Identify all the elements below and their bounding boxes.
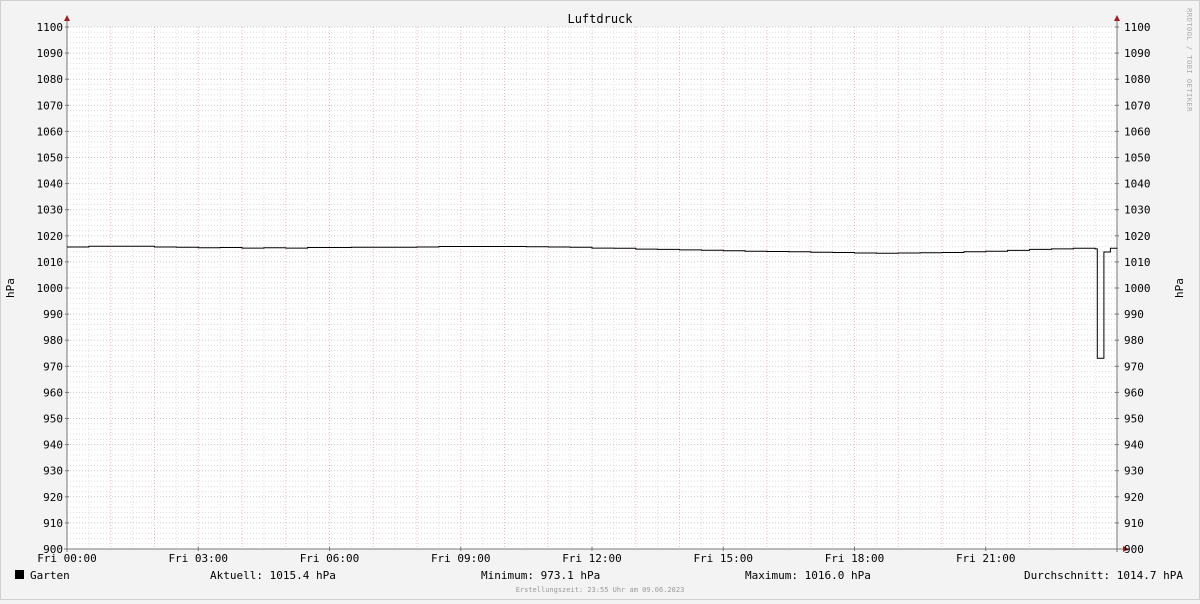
- legend-current: Aktuell: 1015.4 hPa: [210, 569, 336, 582]
- y-tick-label-right: 1020: [1124, 230, 1151, 243]
- y-axis-label-right: hPa: [1173, 278, 1186, 298]
- y-tick-label-right: 1060: [1124, 125, 1151, 138]
- y-tick-label-left: 930: [43, 465, 63, 478]
- y-tick-label-left: 950: [43, 413, 63, 426]
- x-tick-label: Fri 15:00: [693, 552, 753, 565]
- y-tick-label-right: 920: [1124, 491, 1144, 504]
- x-tick-label: Fri 06:00: [300, 552, 360, 565]
- y-tick-label-left: 920: [43, 491, 63, 504]
- y-tick-label-right: 980: [1124, 334, 1144, 347]
- x-tick-label: Fri 12:00: [562, 552, 622, 565]
- y-tick-label-right: 1040: [1124, 178, 1151, 191]
- y-tick-label-right: 940: [1124, 439, 1144, 452]
- y-tick-label-right: 950: [1124, 413, 1144, 426]
- y-tick-label-left: 1060: [37, 125, 64, 138]
- creation-time: Erstellungszeit: 23:55 Uhr am 09.06.2023: [516, 586, 685, 594]
- legend-swatch: [15, 570, 24, 579]
- y-tick-label-right: 990: [1124, 308, 1144, 321]
- y-tick-label-left: 1000: [37, 282, 64, 295]
- y-tick-label-left: 1080: [37, 73, 64, 86]
- y-tick-label-left: 970: [43, 360, 63, 373]
- y-tick-label-left: 990: [43, 308, 63, 321]
- y-tick-label-right: 1090: [1124, 47, 1151, 60]
- pressure-chart: 900 910 920 930 940 950 960 970 980 990 1000 1010 10…: [0, 0, 1200, 600]
- y-tick-label-right: 900: [1124, 543, 1144, 556]
- y-tick-label-right: 1030: [1124, 204, 1151, 217]
- x-tick-label: Fri 00:00: [37, 552, 97, 565]
- chart-title: Luftdruck: [567, 12, 633, 26]
- y-tick-label-right: 910: [1124, 517, 1144, 530]
- y-tick-label-left: 1100: [37, 21, 64, 34]
- legend-series-name: Garten: [30, 569, 70, 582]
- rrdtool-credit: RRDTOOL / TOBI OETIKER: [1185, 8, 1193, 112]
- y-tick-label-left: 940: [43, 439, 63, 452]
- y-tick-label-left: 1010: [37, 256, 64, 269]
- y-tick-label-right: 970: [1124, 360, 1144, 373]
- x-tick-label: Fri 18:00: [825, 552, 885, 565]
- legend-minimum: Minimum: 973.1 hPa: [481, 569, 600, 582]
- y-tick-label-left: 1050: [37, 152, 64, 165]
- chart-container: 900 910 920 930 940 950 960 970 980 990 1000 1010 10…: [0, 0, 1200, 600]
- y-tick-label-right: 1100: [1124, 21, 1151, 34]
- y-axis-label-left: hPa: [4, 278, 17, 298]
- y-tick-label-left: 960: [43, 386, 63, 399]
- x-tick-label: Fri 03:00: [168, 552, 228, 565]
- x-tick-label: Fri 09:00: [431, 552, 491, 565]
- legend-average: Durchschnitt: 1014.7 hPA: [1024, 569, 1183, 582]
- y-tick-label-right: 1050: [1124, 152, 1151, 165]
- y-tick-label-right: 1080: [1124, 73, 1151, 86]
- y-tick-label-left: 910: [43, 517, 63, 530]
- y-tick-label-right: 1070: [1124, 99, 1151, 112]
- y-tick-label-right: 960: [1124, 386, 1144, 399]
- y-tick-label-left: 1020: [37, 230, 64, 243]
- y-tick-label-right: 1010: [1124, 256, 1151, 269]
- y-tick-label-left: 1070: [37, 99, 64, 112]
- y-tick-label-left: 980: [43, 334, 63, 347]
- y-tick-label-left: 1040: [37, 178, 64, 191]
- y-tick-label-left: 1090: [37, 47, 64, 60]
- x-tick-label: Fri 21:00: [956, 552, 1016, 565]
- y-tick-label-right: 930: [1124, 465, 1144, 478]
- legend-maximum: Maximum: 1016.0 hPa: [745, 569, 871, 582]
- y-tick-label-left: 1030: [37, 204, 64, 217]
- y-tick-label-right: 1000: [1124, 282, 1151, 295]
